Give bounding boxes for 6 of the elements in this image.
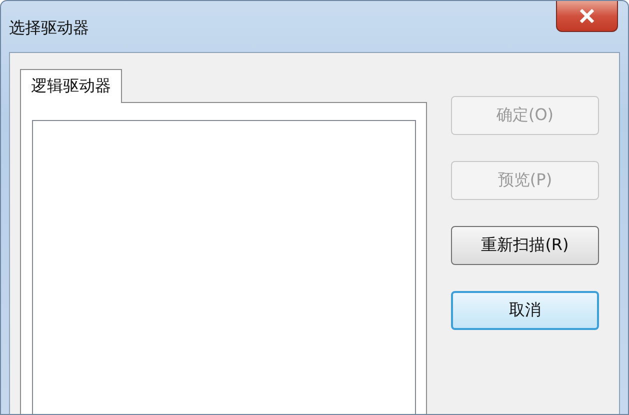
- dialog-button[interactable]: 取消: [451, 291, 599, 330]
- close-icon: [579, 9, 595, 23]
- tab[interactable]: 逻辑驱动器: [20, 69, 122, 103]
- dialog-button[interactable]: 重新扫描(R): [451, 226, 599, 265]
- close-button[interactable]: [556, 1, 618, 32]
- window-title: 选择驱动器: [9, 18, 89, 39]
